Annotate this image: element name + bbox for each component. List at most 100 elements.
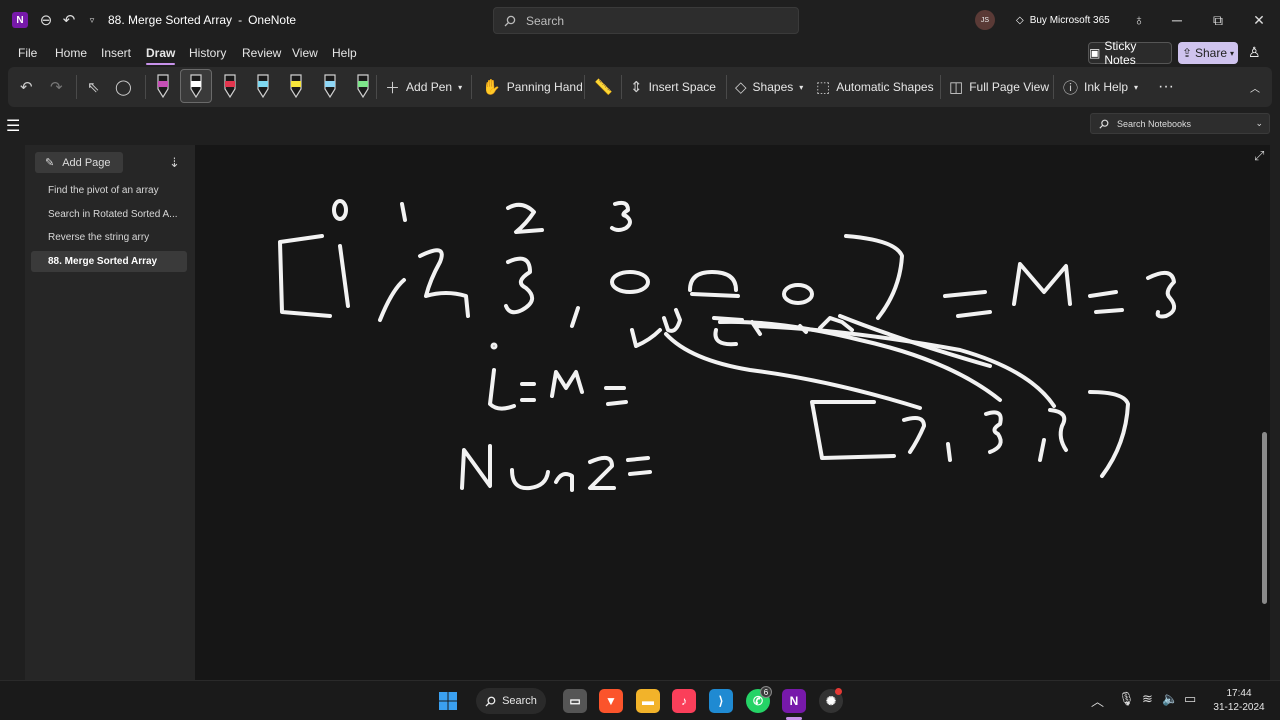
app-name: OneNote: [248, 13, 297, 27]
search-icon: [504, 15, 516, 26]
page-item[interactable]: Find the pivot of an array: [31, 180, 187, 201]
menu-help[interactable]: Help: [332, 46, 357, 60]
add-pen-label: Add Pen: [406, 80, 453, 94]
chevron-down-icon: ▾: [1134, 82, 1139, 92]
pen-1-icon[interactable]: [153, 71, 173, 101]
buy-microsoft-365-button[interactable]: ◇ Buy Microsoft 365: [1016, 0, 1110, 40]
add-pen-button[interactable]: ＋ Add Pen ▾: [385, 67, 462, 107]
pen-4-icon[interactable]: [253, 71, 273, 101]
search-icon: [485, 696, 496, 707]
page-item[interactable]: Reverse the string arry: [31, 227, 187, 248]
volume-icon[interactable]: 🔈: [1162, 691, 1178, 707]
show-hidden-icons-icon[interactable]: ︿: [1091, 691, 1104, 710]
wifi-icon[interactable]: ≋: [1142, 691, 1153, 707]
ink-help-label: Ink Help: [1084, 80, 1129, 94]
pen-5-icon[interactable]: [286, 71, 306, 101]
diamond-icon: ◇: [1016, 14, 1024, 26]
onenote-window: N ⊖ ↶ ▿ 88. Merge Sorted Array - OneNote…: [0, 0, 1280, 680]
ribbon-divider: [940, 75, 941, 99]
scrollbar-thumb[interactable]: [1262, 432, 1267, 604]
apple-music-icon[interactable]: ♪: [672, 689, 696, 713]
hamburger-menu-icon[interactable]: ☰: [6, 116, 20, 136]
full-page-view-button[interactable]: ◫ Full Page View: [949, 67, 1049, 107]
page-item-active[interactable]: 88. Merge Sorted Array: [31, 251, 187, 272]
undo-ribbon-icon[interactable]: ↶: [20, 67, 33, 107]
undo-icon[interactable]: ↶: [57, 0, 81, 40]
menu-review[interactable]: Review: [242, 46, 281, 60]
battery-icon[interactable]: ▭: [1184, 691, 1196, 707]
file-explorer-icon[interactable]: ▬: [636, 689, 660, 713]
panning-hand-button[interactable]: ✋ Panning Hand: [482, 67, 583, 107]
vscode-icon[interactable]: ⟩: [709, 689, 733, 713]
taskbar-search-button[interactable]: Search: [476, 688, 546, 714]
insert-space-icon: ⇕: [630, 79, 643, 96]
shapes-button[interactable]: ◇ Shapes ▾: [735, 67, 803, 107]
user-avatar[interactable]: JS: [975, 10, 995, 30]
lasso-select-icon[interactable]: ◯: [115, 67, 132, 107]
microphone-icon[interactable]: 🎙: [1118, 691, 1135, 707]
search-placeholder: Search: [526, 13, 565, 28]
pen-6-icon[interactable]: [320, 71, 340, 101]
pages-pane: ✎ Add Page ⇣ Find the pivot of an array …: [25, 145, 195, 680]
add-page-button[interactable]: ✎ Add Page: [35, 152, 123, 173]
menu-file[interactable]: File: [18, 46, 37, 60]
ink-help-button[interactable]: ⓘ Ink Help ▾: [1063, 67, 1138, 107]
restore-button[interactable]: ⧉: [1198, 0, 1238, 40]
ribbon-divider: [145, 75, 146, 99]
menu-home[interactable]: Home: [55, 46, 87, 60]
menu-insert[interactable]: Insert: [101, 46, 131, 60]
sort-icon[interactable]: ⇣: [169, 155, 180, 171]
chevron-down-icon: ⌄: [1255, 118, 1263, 128]
collapse-ribbon-icon[interactable]: ︿: [1250, 67, 1260, 107]
windows-taskbar: Search ▭ ▼ ▬ ♪ ⟩ ✆ 6 N ✺ ︿ 🎙 ≋ 🔈 ▭ 17:44…: [0, 680, 1280, 720]
select-pointer-icon[interactable]: ⇖: [87, 67, 100, 107]
sticky-notes-button[interactable]: ▣ Sticky Notes: [1088, 39, 1172, 67]
automatic-shapes-label: Automatic Shapes: [836, 80, 934, 94]
insert-space-button[interactable]: ⇕ Insert Space: [630, 67, 716, 107]
pen-7-icon[interactable]: [353, 71, 373, 101]
system-clock[interactable]: 17:44 31-12-2024: [1204, 687, 1274, 715]
ruler-icon: 📏: [594, 79, 613, 96]
brave-browser-icon[interactable]: ▼: [599, 689, 623, 713]
task-view-icon[interactable]: ▭: [563, 689, 587, 713]
lightbulb-icon[interactable]: ♁: [1127, 0, 1151, 40]
automatic-shapes-button[interactable]: ⬚ Automatic Shapes: [816, 67, 934, 107]
full-page-view-label: Full Page View: [969, 80, 1050, 94]
back-icon[interactable]: ⊖: [34, 0, 58, 40]
ribbon-divider: [584, 75, 585, 99]
page-item[interactable]: Search in Rotated Sorted A...: [31, 204, 187, 225]
menu-history[interactable]: History: [189, 46, 226, 60]
notification-dot: [835, 688, 842, 695]
share-button[interactable]: ⇪ Share ▾: [1178, 42, 1238, 64]
onenote-taskbar-icon[interactable]: N: [782, 689, 806, 713]
pen-2-icon[interactable]: [186, 71, 206, 101]
more-options-button[interactable]: ···: [1158, 67, 1174, 107]
quick-access-dropdown-icon[interactable]: ▿: [80, 0, 104, 40]
menu-view[interactable]: View: [292, 46, 318, 60]
sticky-note-icon: ▣: [1089, 46, 1101, 60]
person-share-icon[interactable]: ♙: [1248, 44, 1261, 61]
window-title: 88. Merge Sorted Array - OneNote: [108, 0, 296, 40]
clock-time: 17:44: [1226, 688, 1252, 699]
ruler-button[interactable]: 📏: [594, 67, 613, 107]
search-notebooks-dropdown[interactable]: Search Notebooks ⌄: [1090, 113, 1270, 134]
pen-3-icon[interactable]: [220, 71, 240, 101]
shapes-label: Shapes: [752, 80, 794, 94]
chevron-down-icon: ▾: [1230, 48, 1235, 58]
full-page-icon: ◫: [949, 79, 964, 96]
automatic-shapes-icon: ⬚: [816, 79, 831, 96]
add-page-label: Add Page: [62, 156, 111, 169]
vertical-scrollbar[interactable]: [1261, 175, 1267, 680]
taskbar-search-label: Search: [502, 695, 537, 707]
expand-icon[interactable]: ⤢: [1254, 148, 1264, 164]
close-button[interactable]: ✕: [1239, 0, 1279, 40]
ribbon-divider: [376, 75, 377, 99]
redo-ribbon-icon[interactable]: ↷: [50, 67, 63, 107]
buy-label: Buy Microsoft 365: [1029, 14, 1110, 26]
minimize-button[interactable]: ─: [1157, 0, 1197, 40]
ribbon-divider: [1053, 75, 1054, 99]
menu-draw[interactable]: Draw: [146, 46, 176, 65]
search-box[interactable]: Search: [493, 7, 799, 34]
note-canvas[interactable]: [195, 145, 1270, 680]
windows-start-icon[interactable]: [436, 689, 460, 713]
